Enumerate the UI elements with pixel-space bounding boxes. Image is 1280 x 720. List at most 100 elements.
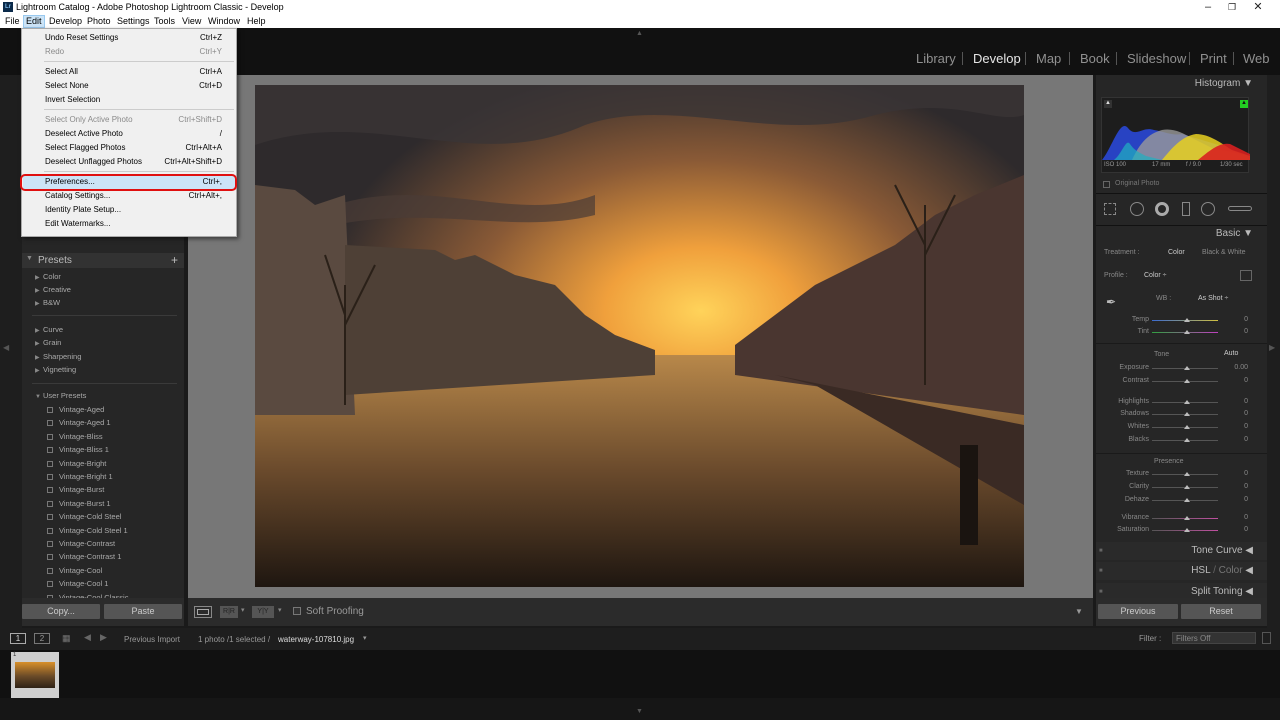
add-preset-button[interactable]: +	[171, 253, 178, 267]
menu-help[interactable]: Help	[245, 16, 268, 27]
slider-knob[interactable]	[1184, 425, 1190, 429]
slider-value[interactable]: 0	[1224, 398, 1248, 405]
slider-value[interactable]: 0	[1224, 423, 1248, 430]
dropdown-icon[interactable]: ▾	[278, 606, 282, 614]
collapse-top-icon[interactable]: ▲	[636, 30, 643, 37]
preset-item[interactable]: Vintage-Burst	[47, 485, 104, 494]
treatment-bw[interactable]: Black & White	[1202, 249, 1246, 256]
preset-item[interactable]: Vintage-Cold Steel 1	[47, 526, 128, 535]
preset-item[interactable]: ▶ B&W	[35, 298, 60, 307]
spot-removal-icon[interactable]	[1130, 202, 1144, 216]
adjustment-slider[interactable]	[1152, 425, 1218, 429]
module-library[interactable]: Library	[916, 51, 956, 66]
slider-knob[interactable]	[1184, 330, 1190, 334]
module-develop[interactable]: Develop	[973, 51, 1021, 66]
preset-item[interactable]: ▶ Sharpening	[35, 352, 81, 361]
adjustment-slider[interactable]	[1152, 472, 1218, 476]
menu-item-select-flagged-photos[interactable]: Select Flagged Photos Ctrl+Alt+A	[23, 141, 235, 155]
preset-item[interactable]: Vintage-Cold Steel	[47, 512, 121, 521]
before-after-icon[interactable]: R|R	[220, 606, 238, 618]
slider-knob[interactable]	[1184, 528, 1190, 532]
preset-item[interactable]: Vintage-Contrast	[47, 539, 115, 548]
preset-item[interactable]: ▶ Curve	[35, 325, 63, 334]
auto-tone-button[interactable]: Auto	[1224, 350, 1238, 357]
adjustment-slider[interactable]	[1152, 498, 1218, 502]
slider-knob[interactable]	[1184, 472, 1190, 476]
dropdown-icon[interactable]: ▾	[363, 634, 367, 642]
toolbar-menu-icon[interactable]: ▼	[1075, 607, 1083, 616]
graduated-filter-icon[interactable]	[1182, 202, 1190, 216]
left-panel-toggle[interactable]: ◀	[0, 75, 22, 628]
paste-button[interactable]: Paste	[104, 604, 182, 619]
highlight-clip-icon[interactable]: ▲	[1240, 100, 1248, 108]
menu-item-select-all[interactable]: Select All Ctrl+A	[23, 65, 235, 79]
forward-arrow-icon[interactable]: ▶	[100, 632, 107, 643]
adjustment-brush-icon[interactable]	[1228, 206, 1252, 211]
menu-tools[interactable]: Tools	[152, 16, 177, 27]
back-arrow-icon[interactable]: ◀	[84, 632, 91, 643]
slider-knob[interactable]	[1184, 438, 1190, 442]
slider-knob[interactable]	[1184, 412, 1190, 416]
adjustment-slider[interactable]	[1152, 438, 1218, 442]
adjustment-slider[interactable]	[1152, 366, 1218, 370]
preset-item[interactable]: Vintage-Bright 1	[47, 472, 113, 481]
preset-item[interactable]: ▼ User Presets	[35, 391, 86, 400]
split-toning-header[interactable]: ■ Split Toning ◀	[1096, 583, 1267, 598]
menu-item-invert-selection[interactable]: Invert Selection	[23, 93, 235, 107]
previous-button[interactable]: Previous	[1098, 604, 1178, 619]
slider-knob[interactable]	[1184, 498, 1190, 502]
slider-value[interactable]: 0.00	[1224, 364, 1248, 371]
preset-item[interactable]: Vintage-Aged 1	[47, 418, 111, 427]
adjustment-slider[interactable]	[1152, 330, 1218, 334]
hsl-header[interactable]: ■ HSL / Color ◀	[1096, 562, 1267, 580]
slider-value[interactable]: 0	[1224, 377, 1248, 384]
filter-select[interactable]: Filters Off	[1172, 632, 1256, 644]
menu-item-undo-reset-settings[interactable]: Undo Reset Settings Ctrl+Z	[23, 31, 235, 45]
slider-value[interactable]: 0	[1224, 483, 1248, 490]
menu-settings[interactable]: Settings	[115, 16, 152, 27]
menu-develop[interactable]: Develop	[47, 16, 84, 27]
minimize-icon[interactable]: –	[1196, 0, 1220, 15]
module-print[interactable]: Print	[1200, 51, 1227, 66]
wb-picker-icon[interactable]: ✒	[1106, 295, 1116, 309]
adjustment-slider[interactable]	[1152, 379, 1218, 383]
adjustment-slider[interactable]	[1152, 318, 1218, 322]
adjustment-slider[interactable]	[1152, 528, 1218, 532]
presets-header[interactable]: ▼ Presets +	[22, 253, 184, 268]
filmstrip-thumbnail[interactable]: 1	[11, 652, 59, 699]
red-eye-icon[interactable]	[1155, 202, 1169, 216]
slider-knob[interactable]	[1184, 318, 1190, 322]
menu-item-identity-plate-setup[interactable]: Identity Plate Setup...	[23, 203, 235, 217]
secondary-window-button[interactable]: 2	[34, 633, 50, 644]
restore-icon[interactable]: ❐	[1220, 0, 1244, 15]
treatment-color[interactable]: Color	[1168, 249, 1185, 256]
preset-item[interactable]: ▶ Creative	[35, 285, 71, 294]
preset-item[interactable]: ▶ Vignetting	[35, 365, 76, 374]
preset-item[interactable]: ▶ Grain	[35, 338, 61, 347]
module-book[interactable]: Book	[1080, 51, 1110, 66]
slider-value[interactable]: 0	[1224, 436, 1248, 443]
menu-file[interactable]: File	[3, 16, 22, 27]
preset-item[interactable]: Vintage-Aged	[47, 405, 104, 414]
preset-item[interactable]: Vintage-Cool 1	[47, 579, 108, 588]
preset-item[interactable]: Vintage-Burst 1	[47, 499, 111, 508]
menu-window[interactable]: Window	[206, 16, 242, 27]
menu-view[interactable]: View	[180, 16, 203, 27]
main-photo[interactable]	[255, 85, 1024, 587]
copy-button[interactable]: Copy...	[22, 604, 100, 619]
collapse-bottom-icon[interactable]: ▼	[636, 708, 643, 715]
dropdown-icon[interactable]: ▾	[241, 606, 245, 614]
module-web[interactable]: Web	[1243, 51, 1270, 66]
menu-item-select-none[interactable]: Select None Ctrl+D	[23, 79, 235, 93]
profile-select[interactable]: Color ÷	[1144, 272, 1167, 279]
menu-item-redo[interactable]: Redo Ctrl+Y	[23, 45, 235, 59]
filmstrip-source[interactable]: Previous Import	[124, 635, 180, 644]
module-slideshow[interactable]: Slideshow	[1127, 51, 1186, 66]
slider-value[interactable]: 0	[1224, 526, 1248, 533]
slider-knob[interactable]	[1184, 366, 1190, 370]
menu-item-edit-watermarks[interactable]: Edit Watermarks...	[23, 217, 235, 231]
wb-select[interactable]: As Shot ÷	[1198, 295, 1228, 302]
tone-curve-header[interactable]: ■ Tone Curve ◀	[1096, 542, 1267, 560]
shadow-clip-icon[interactable]: ▲	[1104, 100, 1112, 108]
right-panel-toggle[interactable]: ▶	[1267, 75, 1280, 628]
